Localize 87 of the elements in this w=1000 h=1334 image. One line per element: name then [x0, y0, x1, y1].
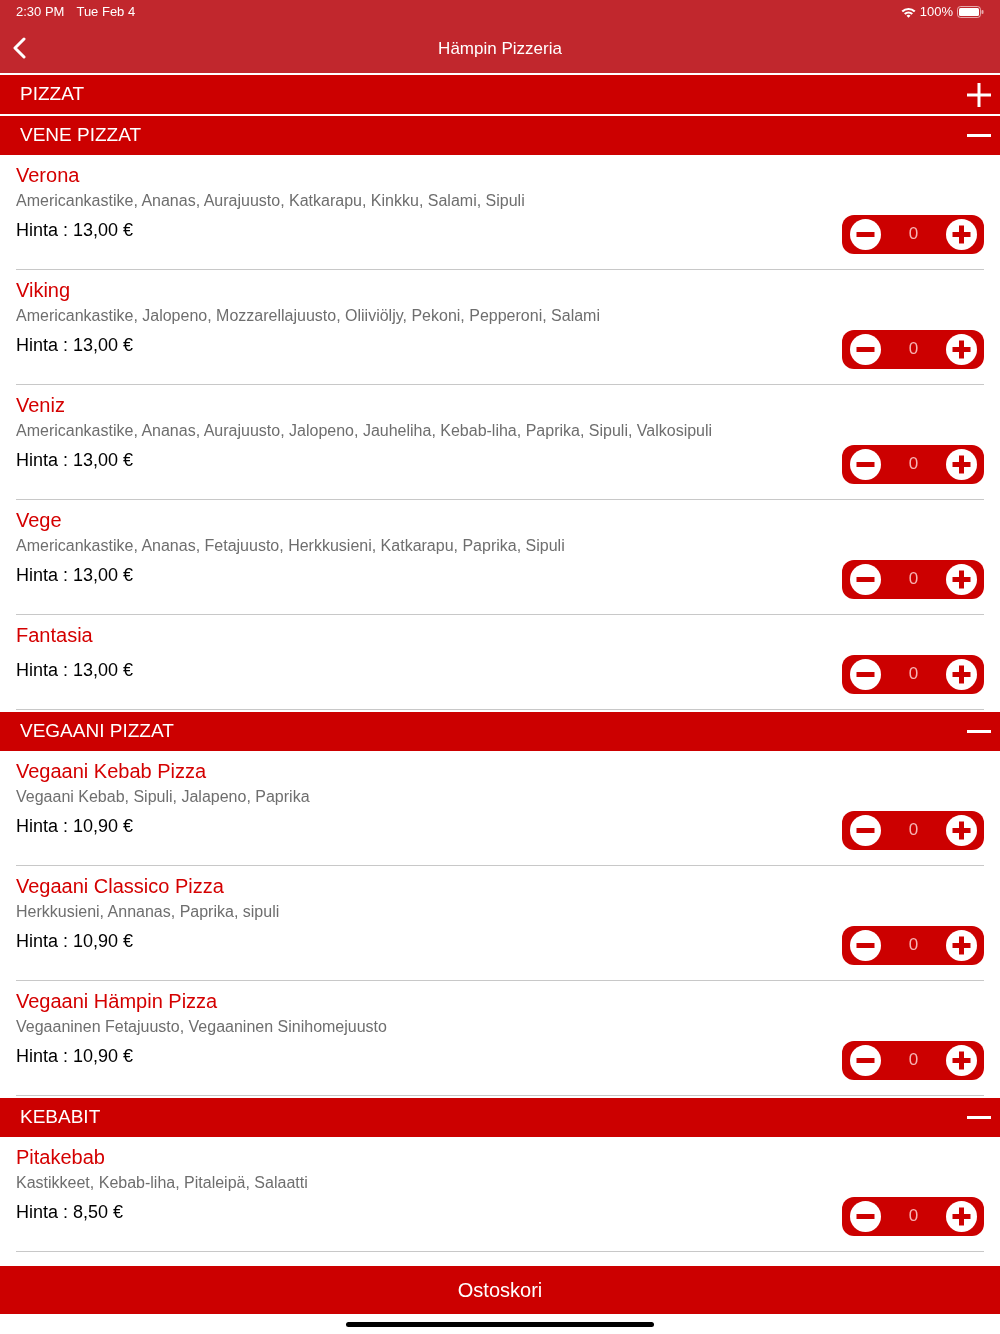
plus-circle-icon — [946, 929, 977, 961]
item-name: Vegaani Kebab Pizza — [16, 759, 208, 783]
minus-circle-icon — [850, 1200, 881, 1232]
minus-icon — [967, 134, 991, 137]
increase-button[interactable] — [946, 218, 977, 250]
item-price: Hinta : 10,90 € — [16, 930, 134, 953]
plus-icon — [967, 82, 991, 107]
plus-circle-icon — [946, 1044, 977, 1076]
plus-circle-icon — [946, 658, 977, 690]
decrease-button[interactable] — [850, 563, 881, 595]
item-name: Verona — [16, 163, 81, 187]
decrease-button[interactable] — [850, 658, 881, 690]
minus-circle-icon — [850, 658, 881, 690]
decrease-button[interactable] — [850, 333, 881, 365]
item-price: Hinta : 10,90 € — [16, 815, 134, 838]
plus-circle-icon — [946, 563, 977, 595]
item-price: Hinta : 13,00 € — [16, 449, 134, 472]
item-price: Hinta : 13,00 € — [16, 334, 134, 357]
minus-circle-icon — [850, 1044, 881, 1076]
plus-circle-icon — [946, 218, 977, 250]
increase-button[interactable] — [946, 1200, 977, 1232]
item-name: Vegaani Classico Pizza — [16, 874, 225, 898]
item-name: Veniz — [16, 393, 66, 417]
increase-button[interactable] — [946, 333, 977, 365]
quantity-value: 0 — [908, 568, 919, 591]
decrease-button[interactable] — [850, 218, 881, 250]
item-description: Herkkusieni, Annanas, Paprika, sipuli — [16, 902, 281, 922]
plus-circle-icon — [946, 814, 977, 846]
increase-button[interactable] — [946, 448, 977, 480]
item-description: Kastikkeet, Kebab-liha, Pitaleipä, Salaatti — [16, 1173, 309, 1193]
item-price: Hinta : 13,00 € — [16, 659, 134, 682]
minus-circle-icon — [850, 448, 881, 480]
item-name: Vege — [16, 508, 63, 532]
plus-circle-icon — [946, 1200, 977, 1232]
wifi-icon — [900, 6, 916, 18]
decrease-button[interactable] — [850, 929, 881, 961]
cart-button[interactable]: Ostoskori — [0, 1266, 1000, 1314]
section-header[interactable]: VEGAANI PIZZAT — [0, 712, 1000, 751]
item-price: Hinta : 13,00 € — [16, 564, 134, 587]
item-name: Fantasia — [16, 623, 94, 647]
minus-circle-icon — [850, 218, 881, 250]
plus-circle-icon — [946, 448, 977, 480]
increase-button[interactable] — [946, 814, 977, 846]
chevron-left-icon — [12, 37, 26, 59]
plus-circle-icon — [946, 333, 977, 365]
item-description: Americankastike, Ananas, Fetajuusto, Herkkusieni, Katkarapu, Paprika, Sipuli — [16, 536, 566, 556]
quantity-value: 0 — [908, 338, 919, 361]
item-description: Americankastike, Ananas, Aurajuusto, Jalopeno, Jauheliha, Kebab-liha, Paprika, Sipuli, Valkosipuli — [16, 421, 714, 441]
quantity-value: 0 — [908, 819, 919, 842]
item-description: Vegaani Kebab, Sipuli, Jalapeno, Paprika — [16, 787, 311, 807]
quantity-value: 0 — [908, 223, 919, 246]
decrease-button[interactable] — [850, 1200, 881, 1232]
item-description: Americankastike, Jalopeno, Mozzarellajuusto, Oliiviöljy, Pekoni, Pepperoni, Salami — [16, 306, 601, 326]
battery-percentage: 100% — [919, 3, 953, 22]
battery-icon — [957, 6, 984, 18]
minus-icon — [967, 1116, 991, 1119]
minus-circle-icon — [850, 333, 881, 365]
increase-button[interactable] — [946, 563, 977, 595]
nav-title: Hämpin Pizzeria — [438, 37, 562, 60]
item-description: Americankastike, Ananas, Aurajuusto, Katkarapu, Kinkku, Salami, Sipuli — [16, 191, 526, 211]
decrease-button[interactable] — [850, 814, 881, 846]
item-name: Vegaani Hämpin Pizza — [16, 989, 219, 1013]
minus-circle-icon — [850, 563, 881, 595]
increase-button[interactable] — [946, 658, 977, 690]
section-header[interactable]: KEBABIT — [0, 1098, 1000, 1137]
decrease-button[interactable] — [850, 448, 881, 480]
item-description: Vegaaninen Fetajuusto, Vegaaninen Sinihomejuusto — [16, 1017, 388, 1037]
status-time: 2:30 PM — [16, 3, 65, 22]
quantity-value: 0 — [908, 1049, 919, 1072]
decrease-button[interactable] — [850, 1044, 881, 1076]
item-price: Hinta : 8,50 € — [16, 1201, 124, 1224]
minus-icon — [967, 730, 991, 733]
quantity-value: 0 — [908, 934, 919, 957]
increase-button[interactable] — [946, 929, 977, 961]
minus-circle-icon — [850, 814, 881, 846]
quantity-value: 0 — [908, 663, 919, 686]
increase-button[interactable] — [946, 1044, 977, 1076]
minus-circle-icon — [850, 929, 881, 961]
item-price: Hinta : 10,90 € — [16, 1045, 134, 1068]
status-date: Tue Feb 4 — [76, 3, 136, 22]
item-name: Viking — [16, 278, 72, 302]
quantity-value: 0 — [908, 453, 919, 476]
section-header[interactable]: PIZZAT — [0, 75, 1000, 114]
quantity-value: 0 — [908, 1205, 919, 1228]
item-price: Hinta : 13,00 € — [16, 219, 134, 242]
item-name: Pitakebab — [16, 1145, 106, 1169]
section-header[interactable]: VENE PIZZAT — [0, 116, 1000, 155]
